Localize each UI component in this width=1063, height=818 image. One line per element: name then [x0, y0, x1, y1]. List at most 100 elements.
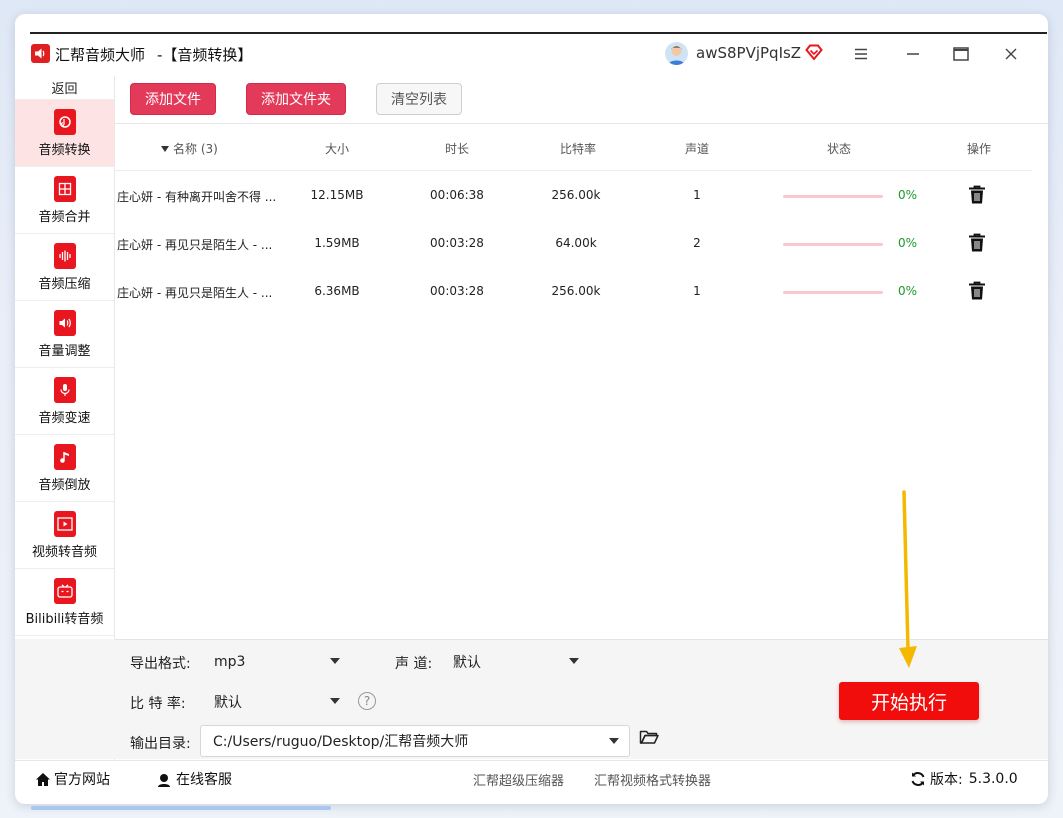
- bitrate-cell: 256.00k: [551, 284, 601, 298]
- file-name-cell: 庄心妍 - 再见只是陌生人 - ...: [117, 286, 273, 300]
- sidebar-item-microphone[interactable]: 音频变速: [15, 368, 114, 435]
- username[interactable]: awS8PVjPqIsZ: [696, 44, 801, 62]
- sidebar-item-music-note[interactable]: 音频倒放: [15, 435, 114, 502]
- title-bar: 汇帮音频大师 -【音频转换】 awS8PVjPqIsZ: [15, 36, 1048, 74]
- trash-icon[interactable]: [968, 185, 986, 209]
- sidebar-item-label: Bilibili转音频: [25, 611, 104, 627]
- sidebar-item-volume[interactable]: 音量调整: [15, 301, 114, 368]
- table-row[interactable]: 庄心妍 - 再见只是陌生人 - ... 1.59MB 00:03:28 64.00k 2…: [115, 220, 1032, 268]
- sidebar-item-label: 音量调整: [38, 343, 91, 359]
- column-channels-header: 声道: [684, 142, 709, 156]
- headset-icon: [158, 773, 170, 787]
- progress-bar: [783, 195, 883, 198]
- sidebar-item-film[interactable]: 视频转音频: [15, 502, 114, 569]
- file-name-cell: 庄心妍 - 再见只是陌生人 - ...: [117, 238, 273, 252]
- folder-open-icon[interactable]: [639, 729, 659, 749]
- clear-list-button[interactable]: 清空列表: [376, 83, 462, 115]
- column-name-header[interactable]: 名称 (3): [161, 140, 218, 157]
- output-dir-value: C:/Users/ruguo/Desktop/汇帮音频大师: [213, 734, 469, 750]
- audio-merge-icon: [53, 175, 76, 202]
- film-icon: [53, 510, 76, 537]
- sidebar-item-audio-merge[interactable]: 音频合并: [15, 167, 114, 234]
- add-file-button[interactable]: 添加文件: [130, 83, 216, 115]
- module-title: -【音频转换】: [157, 46, 253, 64]
- duration-cell: 00:06:38: [430, 188, 484, 202]
- trash-icon[interactable]: [968, 281, 986, 305]
- sidebar-item-label: 音频倒放: [38, 477, 91, 493]
- compressor-link[interactable]: 汇帮超级压缩器: [473, 770, 564, 789]
- table-header: 名称 (3) 大小 时长 比特率 声道 状态 操作: [115, 126, 1032, 171]
- sort-down-icon[interactable]: [161, 145, 169, 152]
- column-size-header: 大小: [324, 142, 349, 156]
- file-size-cell: 1.59MB: [314, 236, 360, 250]
- video-converter-link[interactable]: 汇帮视频格式转换器: [594, 770, 711, 789]
- tv-icon: [53, 577, 76, 604]
- format-label: 导出格式:: [130, 656, 191, 672]
- support-link[interactable]: 在线客服: [156, 769, 232, 789]
- vip-diamond-icon[interactable]: [805, 43, 823, 65]
- bitrate-select[interactable]: 默认: [202, 686, 350, 718]
- title-divider: [30, 32, 1047, 34]
- app-window: 汇帮音频大师 -【音频转换】 awS8PVjPqIsZ 返回 音频转换音频合并音…: [15, 14, 1048, 804]
- channels-cell: 1: [693, 188, 701, 202]
- sidebar-item-label: 音频压缩: [38, 276, 91, 292]
- duration-cell: 00:03:28: [430, 284, 484, 298]
- file-size-cell: 6.36MB: [314, 284, 360, 298]
- output-dir-label: 输出目录:: [130, 736, 191, 752]
- file-size-cell: 12.15MB: [310, 188, 364, 202]
- app-title: 汇帮音频大师: [55, 46, 146, 64]
- minimize-icon[interactable]: [899, 40, 927, 68]
- channel-select[interactable]: 默认: [441, 646, 589, 678]
- arrow-down-icon: [899, 490, 917, 668]
- format-value: mp3: [214, 654, 246, 670]
- music-note-icon: [53, 443, 76, 470]
- chevron-down-icon: [330, 658, 340, 664]
- format-select[interactable]: mp3: [202, 646, 350, 678]
- speaker-logo-icon: [31, 44, 50, 63]
- chevron-down-icon: [609, 738, 619, 744]
- microphone-icon: [53, 376, 76, 403]
- bitrate-cell: 256.00k: [551, 188, 601, 202]
- sidebar-item-label: 音频转换: [38, 142, 91, 158]
- horizontal-scrollbar[interactable]: [31, 806, 331, 810]
- footer: 官方网站 在线客服 汇帮超级压缩器 汇帮视频格式转换器 版本: 5.3.0.0: [15, 760, 1048, 792]
- channel-value: 默认: [453, 655, 481, 671]
- menu-icon[interactable]: [847, 40, 875, 68]
- sidebar-bottom-fill: [15, 639, 115, 759]
- start-button[interactable]: 开始执行: [839, 682, 979, 720]
- help-icon[interactable]: ?: [358, 692, 376, 710]
- maximize-icon[interactable]: [947, 40, 975, 68]
- header-name-label: 名称 (3): [173, 142, 218, 156]
- channel-label: 声 道:: [395, 656, 433, 672]
- sidebar-item-audio-convert[interactable]: 音频转换: [15, 100, 114, 167]
- column-actions-header: 操作: [966, 142, 991, 156]
- sidebar-item-label: 音频变速: [38, 410, 91, 426]
- channels-cell: 2: [693, 236, 701, 250]
- website-link[interactable]: 官方网站: [35, 769, 110, 789]
- progress-percent: 0%: [898, 284, 918, 298]
- add-folder-button[interactable]: 添加文件夹: [246, 83, 346, 115]
- toolbar: 添加文件 添加文件夹 清空列表: [115, 76, 1048, 124]
- column-duration-header: 时长: [444, 142, 469, 156]
- trash-icon[interactable]: [968, 233, 986, 257]
- output-dir-select[interactable]: C:/Users/ruguo/Desktop/汇帮音频大师: [200, 725, 630, 757]
- bitrate-value: 默认: [214, 695, 242, 711]
- sidebar-item-audio-compress[interactable]: 音频压缩: [15, 234, 114, 301]
- back-button[interactable]: 返回: [15, 76, 114, 100]
- sidebar-item-label: 视频转音频: [31, 544, 97, 560]
- chevron-down-icon: [569, 658, 579, 664]
- progress-bar: [783, 243, 883, 246]
- table-row[interactable]: 庄心妍 - 有种离开叫舍不得 ... 12.15MB 00:06:38 256.00k…: [115, 172, 1032, 220]
- avatar[interactable]: [665, 42, 688, 65]
- progress-percent: 0%: [898, 188, 918, 202]
- version-info[interactable]: 版本: 5.3.0.0: [910, 769, 1018, 789]
- channels-cell: 1: [693, 284, 701, 298]
- bitrate-label: 比 特 率:: [130, 696, 186, 712]
- sidebar-item-tv[interactable]: Bilibili转音频: [15, 569, 114, 636]
- table-row[interactable]: 庄心妍 - 再见只是陌生人 - ... 6.36MB 00:03:28 256.00k…: [115, 268, 1032, 316]
- chevron-down-icon: [330, 698, 340, 704]
- close-icon[interactable]: [997, 40, 1025, 68]
- progress-percent: 0%: [898, 236, 918, 250]
- progress-bar: [783, 291, 883, 294]
- volume-icon: [53, 309, 76, 336]
